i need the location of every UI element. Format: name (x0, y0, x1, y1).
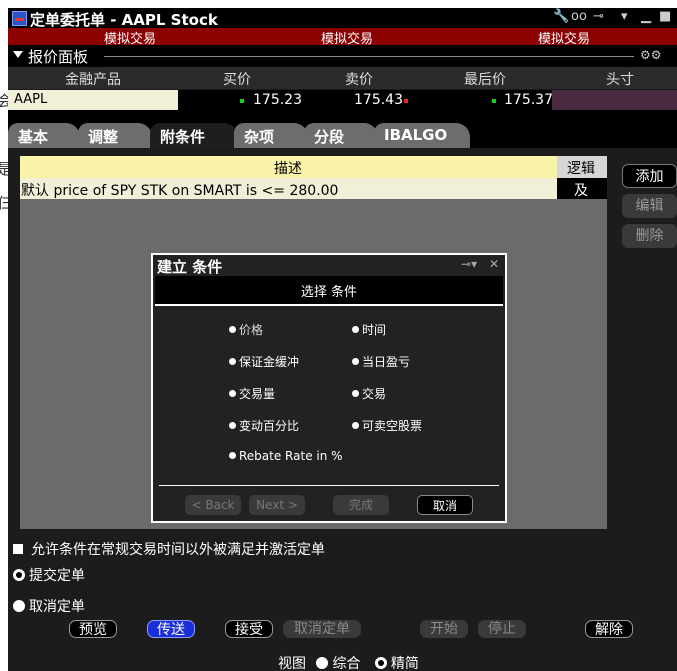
dialog-controls: ⊸▾ ✕ (461, 257, 499, 271)
dialog-title: 建立 条件 (157, 258, 223, 276)
option-trade[interactable]: 交易 (352, 385, 386, 402)
dialog-subtitle-bar: 选择 条件 (155, 276, 503, 306)
back-button[interactable]: < Back (185, 495, 241, 515)
option-price[interactable]: 价格 (229, 321, 263, 338)
condition-desc: 默认 price of SPY STK on SMART is <= 280.0… (21, 183, 339, 199)
preview-button[interactable]: 预览 (69, 620, 117, 638)
ask-price[interactable]: 175.43 (354, 92, 403, 108)
view-concise-radio[interactable] (374, 657, 387, 669)
condition-row[interactable]: 默认 price of SPY STK on SMART is <= 280.0… (20, 178, 557, 199)
col-instrument: 金融产品 (65, 72, 121, 88)
stop-button[interactable]: 停止 (478, 620, 526, 638)
close-icon[interactable]: ✕ (489, 257, 499, 271)
position-cell (552, 90, 677, 110)
cancel-order-button[interactable]: 取消定单 (283, 620, 361, 638)
symbol: AAPL (14, 92, 48, 107)
simulated-trading-bar: 模拟交易 模拟交易 模拟交易 (8, 28, 677, 47)
collapse-icon[interactable] (13, 51, 23, 58)
col-last: 最后价 (464, 72, 506, 88)
link-icon[interactable]: oo (571, 9, 587, 24)
radio-dot (229, 326, 236, 333)
dropdown-icon[interactable]: ▾ (621, 9, 628, 24)
quote-panel-header[interactable]: 报价面板 ⚙⚙ (8, 45, 677, 67)
radio-dot (229, 452, 236, 459)
radio-dot (229, 358, 236, 365)
radio-dot (352, 390, 359, 397)
maximize-icon[interactable]: ■ (659, 9, 671, 24)
view-concise-label: 精简 (390, 656, 419, 671)
option-rebate-rate[interactable]: Rebate Rate in % (229, 449, 343, 463)
radio-dot (229, 390, 236, 397)
pin-icon[interactable]: ⊸ (593, 9, 604, 24)
cancel-order-radio[interactable]: 取消定单 (13, 596, 85, 616)
option-time[interactable]: 时间 (352, 321, 386, 338)
tab-adjust[interactable]: 调整 (78, 123, 152, 148)
submit-order-radio[interactable]: 提交定单 (13, 565, 85, 585)
radio-unselected[interactable] (13, 600, 25, 612)
tab-scale[interactable]: 分段 (304, 123, 378, 148)
minimize-icon[interactable]: ▁ (641, 9, 651, 24)
bid-price[interactable]: 175.23 (253, 92, 302, 108)
quote-column-header: 金融产品 买价 卖价 最后价 头寸 (8, 67, 677, 89)
ask-tick-indicator (404, 99, 408, 103)
view-comprehensive-label: 综合 (332, 656, 361, 671)
logic-column-header: 逻辑 (557, 156, 607, 178)
radio-dot (352, 358, 359, 365)
finish-button[interactable]: 完成 (333, 495, 389, 515)
last-tick-indicator (492, 99, 496, 103)
window-title: 定单委托单 - AAPL Stock (30, 11, 218, 29)
col-bid: 买价 (223, 72, 251, 88)
condition-logic-cell[interactable]: 及 (557, 178, 607, 199)
view-selector: 视图 综合 精简 (278, 653, 419, 671)
option-daily-pnl[interactable]: 当日盈亏 (352, 353, 410, 370)
radio-dot (229, 422, 236, 429)
col-position: 头寸 (606, 72, 634, 88)
dialog-cancel-button[interactable]: 取消 (417, 495, 473, 515)
wrench-icon[interactable]: 🔧 (553, 9, 569, 24)
app-icon (12, 11, 27, 26)
dialog-divider (159, 485, 499, 486)
option-margin-cushion[interactable]: 保证金缓冲 (229, 353, 299, 370)
radio-dot (352, 422, 359, 429)
background-window-edge: 会 是 仨 (0, 0, 12, 671)
condition-logic: 及 (574, 183, 588, 199)
last-price: 175.37 (504, 92, 553, 108)
edit-condition-button[interactable]: 编辑 (622, 194, 677, 218)
transmit-button[interactable]: 传送 (147, 620, 195, 638)
settings-icon[interactable]: ⚙⚙ (640, 48, 662, 62)
add-condition-button[interactable]: 添加 (622, 164, 677, 188)
start-button[interactable]: 开始 (420, 620, 468, 638)
option-percent-change[interactable]: 变动百分比 (229, 417, 299, 434)
quote-row[interactable]: AAPL 175.23 175.43 175.37 (8, 90, 677, 110)
symbol-cell[interactable]: AAPL (8, 90, 178, 110)
desc-column-header: 描述 (20, 156, 557, 178)
dialog-subtitle: 选择 条件 (300, 285, 358, 300)
tab-ibalgo[interactable]: IBALGO (374, 123, 470, 148)
next-button[interactable]: Next > (249, 495, 305, 515)
tab-misc[interactable]: 杂项 (234, 123, 308, 148)
view-comprehensive-radio[interactable] (316, 657, 329, 669)
option-shortable[interactable]: 可卖空股票 (352, 417, 422, 434)
accept-button[interactable]: 接受 (225, 620, 273, 638)
view-label: 视图 (278, 656, 306, 671)
tab-conditions[interactable]: 附条件 (150, 123, 238, 148)
option-volume[interactable]: 交易量 (229, 385, 275, 402)
tab-basic[interactable]: 基本 (8, 123, 80, 148)
col-ask: 卖价 (345, 72, 373, 88)
radio-selected[interactable] (13, 569, 25, 581)
pin-icon[interactable]: ⊸▾ (461, 257, 477, 271)
bid-tick-indicator (240, 99, 244, 103)
title-bar[interactable]: 定单委托单 - AAPL Stock 🔧 oo ⊸ ▾ ▁ ■ (8, 8, 677, 29)
radio-dot (352, 326, 359, 333)
allow-outside-rth-checkbox[interactable]: 允许条件在常规交易时间以外被满足并激活定单 (13, 539, 325, 559)
divider (104, 56, 634, 57)
quote-panel-label: 报价面板 (28, 48, 89, 66)
tab-strip: 基本 调整 附条件 杂项 分段 IBALGO (8, 110, 677, 148)
delete-condition-button[interactable]: 删除 (622, 224, 677, 248)
release-button[interactable]: 解除 (585, 620, 633, 638)
checkbox-box[interactable] (13, 544, 23, 554)
build-condition-dialog: 建立 条件 ⊸▾ ✕ 选择 条件 价格 保证金缓冲 交易量 变动百分比 Reba… (151, 253, 507, 523)
